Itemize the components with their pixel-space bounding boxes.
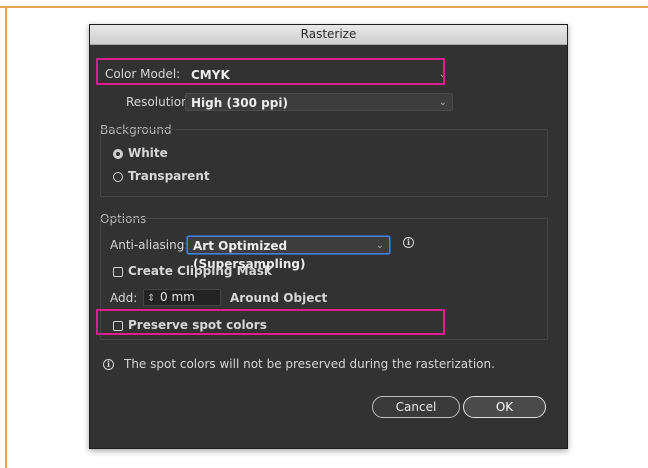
info-icon: i [103,359,114,370]
radio-white[interactable] [113,149,123,159]
preserve-spot-colors-label[interactable]: Preserve spot colors [128,318,267,332]
dialog-title: Rasterize [90,25,567,45]
resolution-value: High (300 ppi) [191,96,288,110]
color-model-value: CMYK [191,68,230,82]
around-object-label: Around Object [230,291,328,305]
stepper-icon[interactable]: ⇕ [147,291,155,306]
preserve-spot-colors-checkbox[interactable] [113,321,123,331]
add-amount-field[interactable]: ⇕ 0 mm [143,289,221,306]
color-model-label: Color Model: [105,67,181,81]
cancel-button[interactable]: Cancel [372,396,460,418]
create-clipping-mask-checkbox[interactable] [113,267,123,277]
frame-left-border [5,6,7,468]
color-model-select[interactable]: CMYK ⌄ [185,65,453,83]
resolution-label: Resolution: [126,95,193,109]
add-label: Add: [110,291,138,305]
resolution-select[interactable]: High (300 ppi) ⌄ [185,93,453,111]
radio-white-label[interactable]: White [128,146,168,160]
chevron-down-icon: ⌄ [438,97,447,108]
rasterize-dialog: Rasterize Color Model: CMYK ⌄ Resolution… [89,24,568,449]
background-group [100,129,548,197]
anti-aliasing-select[interactable]: Art Optimized (Supersampling) ⌄ [187,236,390,271]
info-message: The spot colors will not be preserved du… [124,357,495,371]
create-clipping-mask-label[interactable]: Create Clipping Mask [128,264,272,278]
ok-button[interactable]: OK [463,396,546,418]
add-amount-value: 0 mm [160,290,195,304]
chevron-down-icon: ⌄ [438,69,447,80]
radio-transparent-label[interactable]: Transparent [128,169,210,183]
info-icon[interactable]: i [403,237,414,248]
chevron-down-icon: ⌄ [375,240,384,251]
radio-transparent[interactable] [113,172,123,182]
frame-top-border [0,6,648,8]
anti-aliasing-label: Anti-aliasing: [110,238,189,252]
